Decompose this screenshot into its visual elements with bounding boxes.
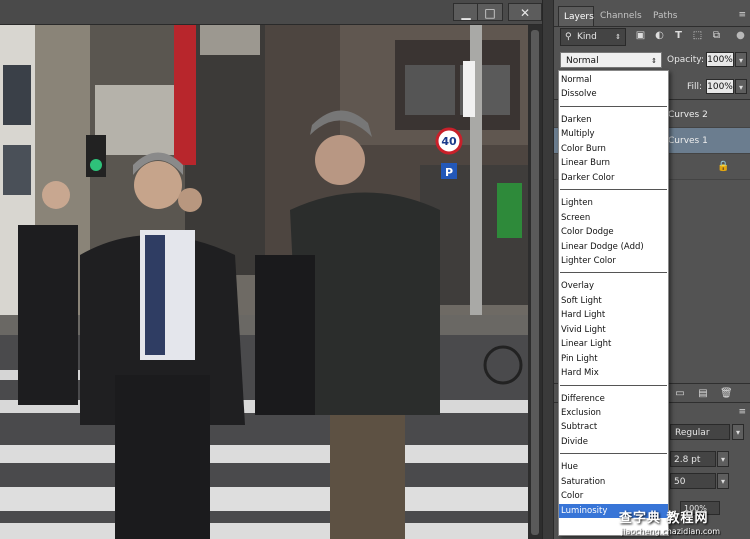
panel-menu-icon[interactable]: ≡ [738,10,746,20]
site-watermark: 查字典 教程网 jiaocheng.chazidian.com [615,505,750,539]
close-button[interactable]: ✕ [508,3,542,21]
blend-option[interactable]: Difference [559,392,668,406]
blend-option[interactable]: Color Burn [559,142,668,156]
blend-option[interactable]: Pin Light [559,352,668,366]
blend-option[interactable]: Multiply [559,127,668,141]
blend-option[interactable]: Color Dodge [559,225,668,239]
panel-tabs: Layers Channels Paths [554,6,750,27]
canvas-photo[interactable]: 40 P [0,25,528,539]
font-style-select[interactable]: Regular [670,424,730,440]
blend-mode-select[interactable]: Normal ⇕ [560,52,662,68]
tab-layers[interactable]: Layers [558,6,594,26]
adjustment-filter-icon[interactable]: ◐ [653,29,666,42]
font-size-dropdown-icon[interactable]: ▾ [717,451,729,467]
updown-icon: ⇕ [651,57,657,65]
blend-option[interactable]: Exclusion [559,406,668,420]
font-style-dropdown-icon[interactable]: ▾ [732,424,744,440]
shape-filter-icon[interactable]: ⬚ [691,29,704,42]
watermark-title: 查字典 教程网 [619,511,709,526]
blend-group-divider [560,189,667,191]
blend-option[interactable]: Darken [559,113,668,127]
blend-option[interactable]: Hard Mix [559,366,668,380]
updown-icon: ⇕ [615,33,621,41]
blend-mode-dropdown[interactable]: Normal Dissolve Darken Multiply Color Burn Li… [558,70,669,536]
fill-label: Fill: [687,82,703,92]
delete-layer-icon[interactable]: 🗑 [720,388,733,400]
blend-option[interactable]: Linear Light [559,337,668,351]
blend-option[interactable]: Overlay [559,279,668,293]
blend-option[interactable]: Soft Light [559,294,668,308]
blend-group-divider [560,384,667,386]
font-size-value: 2.8 pt [674,455,701,465]
type-filter-icon[interactable]: T [672,29,685,42]
watermark-url: jiaocheng.chazidian.com [621,527,721,536]
fill-dropdown-icon[interactable]: ▾ [735,79,747,94]
blend-option[interactable]: Lighter Color [559,254,668,268]
blend-option[interactable]: Subtract [559,420,668,434]
font-style-value: Regular [675,428,710,438]
blend-group-divider [560,272,667,274]
character-panel-menu-icon[interactable]: ≡ [738,407,746,417]
blend-option[interactable]: Linear Burn [559,156,668,170]
opacity-input[interactable]: 100% [706,52,734,67]
tracking-dropdown-icon[interactable]: ▾ [717,473,729,489]
speed-limit-sign: 40 [441,135,457,148]
blend-option[interactable]: Dissolve [559,87,668,101]
layer-name: Curves 2 [668,110,708,120]
new-group-icon[interactable]: ▭ [674,388,686,400]
new-layer-icon[interactable]: ▤ [697,388,709,400]
street-photo: 40 P [0,25,528,539]
image-filter-icon[interactable]: ▣ [634,29,647,42]
tab-channels[interactable]: Channels [600,6,650,26]
lock-icon: 🔒 [717,161,730,172]
parking-sign: P [445,166,453,179]
filter-toggle-icon[interactable]: ● [734,29,747,42]
filter-kind-select[interactable]: ⚲ Kind ⇕ [560,28,626,46]
blend-option[interactable]: Color [559,489,668,503]
maximize-button[interactable]: □ [477,3,503,21]
tab-paths[interactable]: Paths [653,6,689,26]
opacity-dropdown-icon[interactable]: ▾ [735,52,747,67]
font-size-input[interactable]: 2.8 pt [670,451,716,467]
blend-option[interactable]: Saturation [559,475,668,489]
blend-option[interactable]: Darker Color [559,171,668,185]
layer-name: Curves 1 [668,136,708,146]
blend-option[interactable]: Hue [559,460,668,474]
tracking-value: 50 [674,477,686,487]
filter-kind-label: Kind [577,32,597,42]
scrollbar-thumb[interactable] [531,30,539,535]
blend-option[interactable]: Lighten [559,196,668,210]
fill-input[interactable]: 100% [706,79,734,94]
blend-option[interactable]: Normal [559,73,668,87]
blend-option[interactable]: Linear Dodge (Add) [559,240,668,254]
smart-object-filter-icon[interactable]: ⧉ [710,29,723,42]
blend-option[interactable]: Screen [559,211,668,225]
search-icon: ⚲ [565,32,572,42]
blend-mode-value: Normal [566,56,599,66]
document-title-bar: ▁ □ ✕ [0,0,553,25]
minimize-button[interactable]: ▁ [453,3,479,21]
opacity-label: Opacity: [667,55,704,65]
tracking-input[interactable]: 50 [670,473,716,489]
blend-option[interactable]: Hard Light [559,308,668,322]
blend-group-divider [560,105,667,107]
blend-group-divider [560,453,667,455]
blend-option[interactable]: Divide [559,435,668,449]
blend-option[interactable]: Vivid Light [559,323,668,337]
